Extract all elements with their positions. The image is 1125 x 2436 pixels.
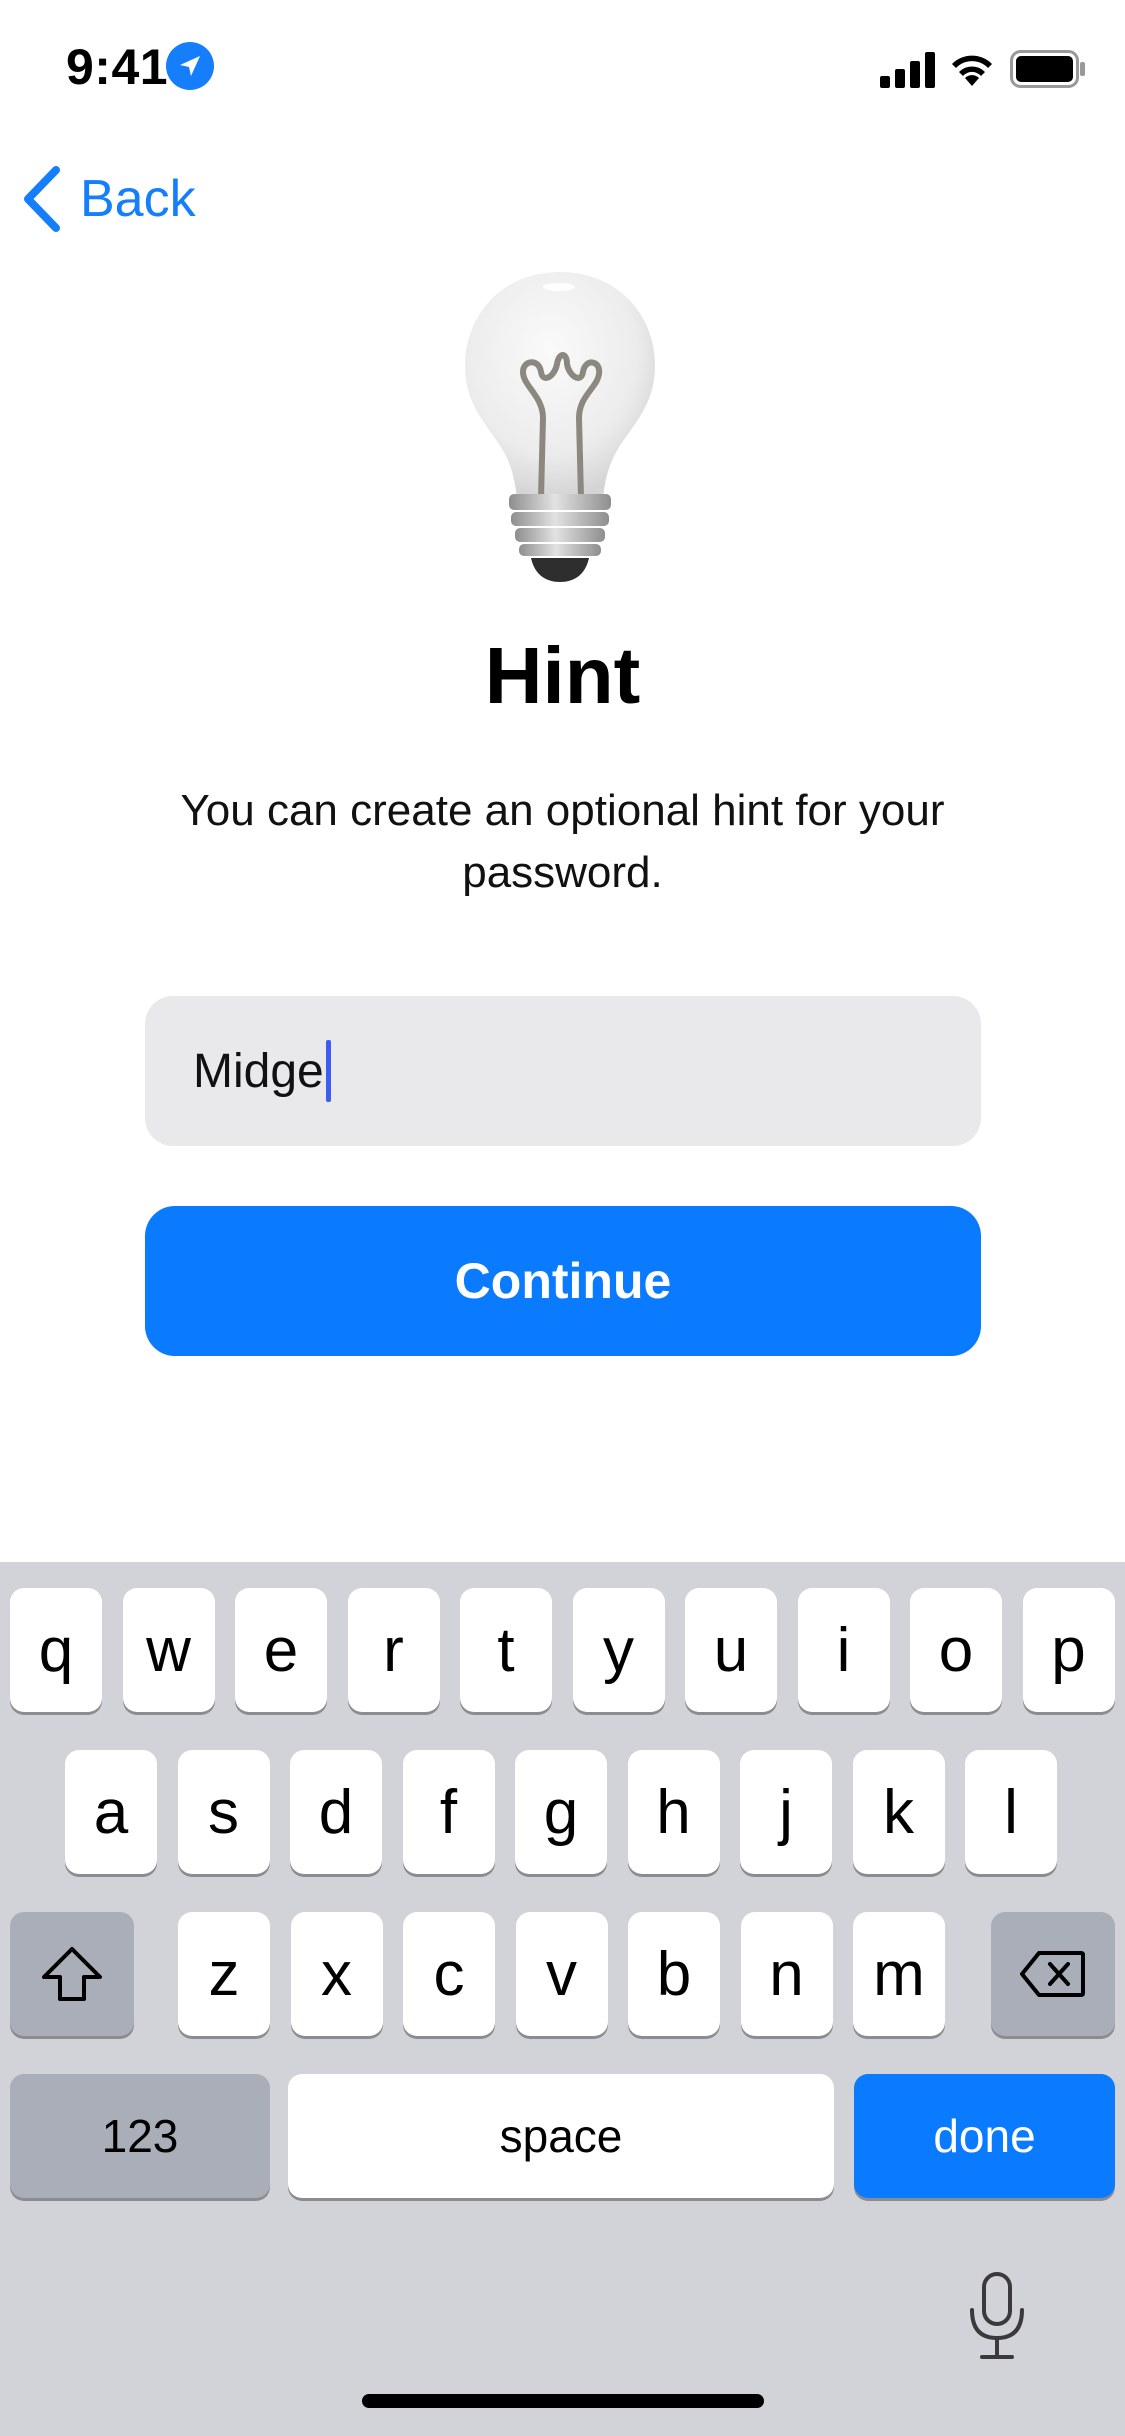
key-m[interactable]: m bbox=[853, 1912, 945, 2036]
page-subtitle: You can create an optional hint for your… bbox=[180, 786, 945, 897]
key-x[interactable]: x bbox=[290, 1912, 383, 2036]
hint-input[interactable]: Midge bbox=[145, 996, 981, 1146]
microphone-icon[interactable] bbox=[962, 2270, 1032, 2362]
key-q[interactable]: q bbox=[10, 1588, 102, 1712]
key-i[interactable]: i bbox=[797, 1588, 890, 1712]
back-button[interactable]: Back bbox=[20, 162, 196, 236]
delete-icon bbox=[1020, 1951, 1085, 1997]
shift-icon bbox=[42, 1947, 102, 2001]
space-key[interactable]: space bbox=[288, 2074, 834, 2198]
done-key[interactable]: done bbox=[854, 2074, 1115, 2198]
key-c[interactable]: c bbox=[403, 1912, 495, 2036]
text-caret bbox=[325, 1040, 331, 1102]
key-f[interactable]: f bbox=[402, 1750, 495, 1874]
numbers-key[interactable]: 123 bbox=[10, 2074, 270, 2198]
status-bar: 9:41 bbox=[0, 0, 1125, 140]
key-y[interactable]: y bbox=[572, 1588, 665, 1712]
back-label: Back bbox=[80, 170, 196, 228]
key-p[interactable]: p bbox=[1022, 1588, 1115, 1712]
key-l[interactable]: l bbox=[965, 1750, 1057, 1874]
delete-key[interactable] bbox=[991, 1912, 1115, 2036]
key-g[interactable]: g bbox=[515, 1750, 607, 1874]
lightbulb-icon bbox=[465, 272, 655, 582]
hint-screen: 9:41 Back Hint You can create an optiona… bbox=[0, 0, 1125, 2436]
wifi-icon bbox=[952, 55, 992, 86]
back-chevron-icon bbox=[24, 166, 60, 232]
key-s[interactable]: s bbox=[177, 1750, 270, 1874]
key-u[interactable]: u bbox=[685, 1588, 777, 1712]
key-b[interactable]: b bbox=[628, 1912, 720, 2036]
key-r[interactable]: r bbox=[347, 1588, 440, 1712]
hint-input-value: Midge bbox=[193, 1044, 324, 1098]
key-k[interactable]: k bbox=[852, 1750, 945, 1874]
battery-icon bbox=[1010, 50, 1085, 88]
key-w[interactable]: w bbox=[122, 1588, 215, 1712]
key-o[interactable]: o bbox=[910, 1588, 1002, 1712]
key-t[interactable]: t bbox=[460, 1588, 552, 1712]
key-d[interactable]: d bbox=[290, 1750, 382, 1874]
key-j[interactable]: j bbox=[740, 1750, 832, 1874]
status-time: 9:41 bbox=[66, 39, 169, 95]
key-v[interactable]: v bbox=[515, 1912, 608, 2036]
key-e[interactable]: e bbox=[235, 1588, 327, 1712]
home-indicator bbox=[362, 2394, 764, 2408]
continue-button[interactable]: Continue bbox=[145, 1206, 981, 1356]
page-title: Hint bbox=[484, 631, 641, 720]
shift-key[interactable] bbox=[10, 1912, 134, 2036]
key-z[interactable]: z bbox=[178, 1912, 270, 2036]
key-h[interactable]: h bbox=[627, 1750, 720, 1874]
key-n[interactable]: n bbox=[740, 1912, 833, 2036]
location-icon bbox=[166, 42, 214, 90]
key-a[interactable]: a bbox=[65, 1750, 157, 1874]
signal-icon bbox=[880, 52, 935, 88]
